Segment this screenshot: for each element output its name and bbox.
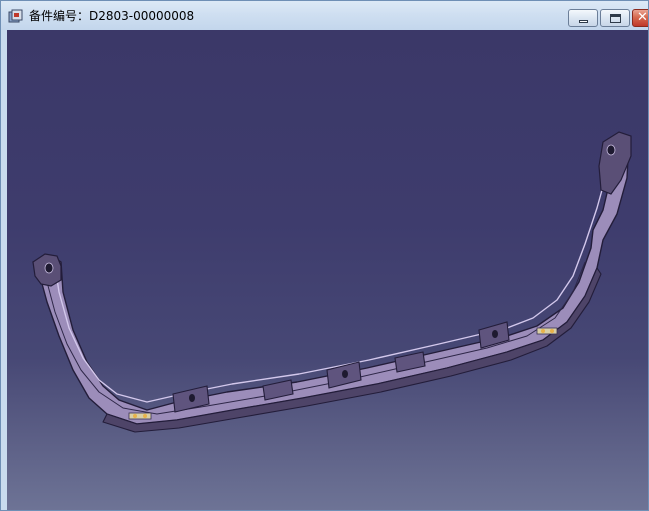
right-mounting-tab[interactable]	[598, 131, 632, 195]
left-mounting-tab[interactable]	[32, 253, 62, 287]
window-title: 备件编号：D2803-00000008	[29, 9, 195, 23]
close-icon: ✕	[637, 10, 648, 25]
minimize-icon	[579, 20, 588, 23]
maximize-icon	[610, 14, 621, 23]
catia-part-icon	[8, 9, 23, 23]
right-fastener-detail	[536, 327, 558, 335]
left-fastener-detail	[128, 412, 152, 420]
app-window: 备件编号：D2803-00000008 ✕	[0, 0, 649, 511]
3d-viewport[interactable]	[7, 30, 649, 511]
bumper-bracket-model[interactable]	[7, 30, 649, 511]
maximize-button[interactable]	[600, 9, 630, 27]
title-bar[interactable]: 备件编号：D2803-00000008 ✕	[1, 1, 648, 30]
minimize-button[interactable]	[568, 9, 598, 27]
close-button[interactable]: ✕	[632, 9, 648, 27]
